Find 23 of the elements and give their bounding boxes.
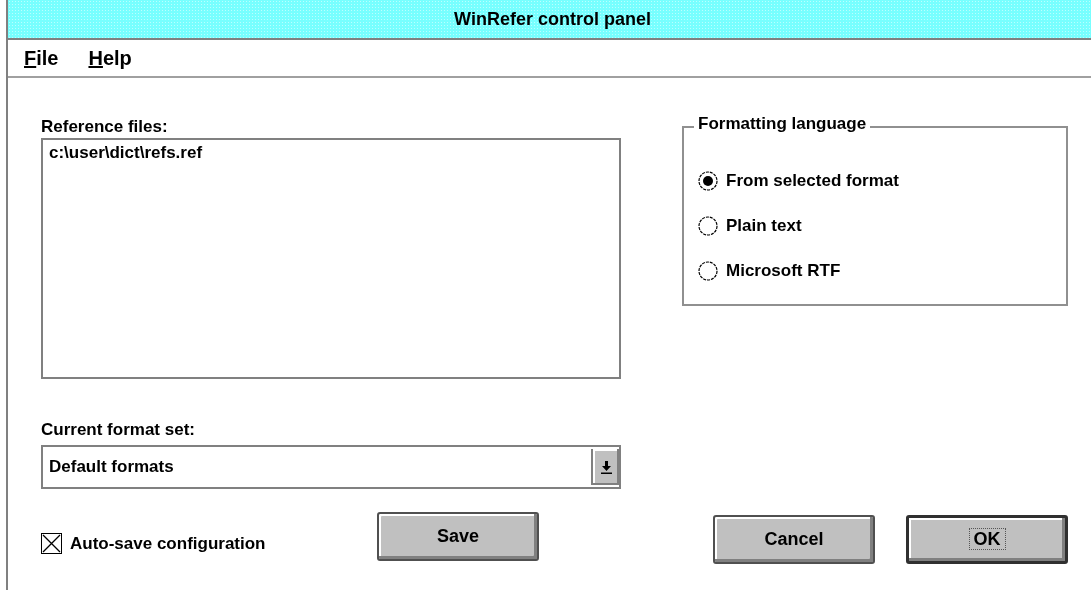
button[interactable]: Cancel: [713, 515, 875, 564]
field-label: Reference files:: [41, 116, 169, 138]
radio-label: Microsoft RTF: [726, 260, 841, 281]
button[interactable]: OK: [906, 515, 1068, 564]
radio-label: From selected format: [726, 170, 899, 191]
menu-item[interactable]: File: [24, 46, 59, 70]
list-item[interactable]: c:\user\dict\refs.ref: [49, 142, 613, 164]
radio-button[interactable]: [698, 260, 718, 281]
checkbox[interactable]: [41, 533, 62, 554]
window-title: WinRefer control panel: [8, 0, 1091, 40]
radio-button[interactable]: [698, 215, 718, 236]
format-set-dropdown[interactable]: Default formats: [41, 445, 621, 489]
group-title: Formatting language: [694, 114, 871, 134]
dropdown-button[interactable]: [591, 449, 619, 485]
radio-button[interactable]: [698, 170, 718, 191]
down-arrow-icon: [600, 460, 612, 474]
button[interactable]: Save: [377, 512, 539, 561]
reference-files-list[interactable]: c:\user\dict\refs.ref: [41, 138, 621, 379]
auto-save-checkbox[interactable]: Auto-save configuration: [41, 533, 377, 554]
radio-label: Plain text: [726, 215, 802, 236]
field-label: Current format set:: [41, 419, 196, 441]
checkbox-label: Auto-save configuration: [70, 533, 266, 554]
menu-item[interactable]: Help: [88, 46, 132, 70]
